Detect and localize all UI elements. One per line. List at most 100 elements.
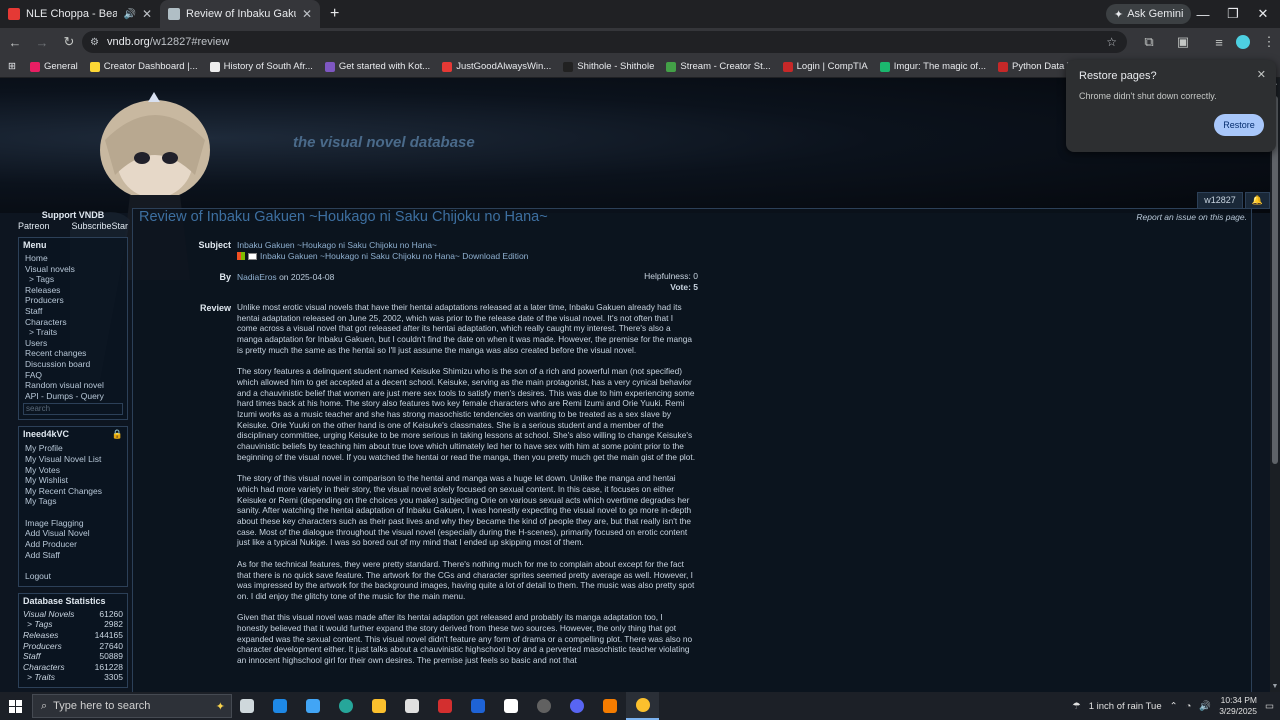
- obs-app[interactable]: [527, 692, 560, 720]
- user-menu-item[interactable]: Add Producer: [23, 539, 123, 550]
- author-link[interactable]: NadiaEros: [237, 272, 277, 282]
- menu-item[interactable]: Recent changes: [23, 348, 123, 359]
- site-info-icon[interactable]: ⚙: [90, 37, 99, 48]
- close-window-icon[interactable]: ✕: [1248, 0, 1278, 28]
- tray-chevron-icon[interactable]: ⌃: [1170, 701, 1178, 712]
- user-menu-item[interactable]: Image Flagging: [23, 518, 123, 529]
- clock[interactable]: 10:34 PM 3/29/2025: [1219, 695, 1257, 717]
- address-bar[interactable]: ⚙ vndb.org/w12827#review ☆: [82, 31, 1127, 53]
- user-menu-item[interactable]: My Wishlist: [23, 475, 123, 486]
- stat-name[interactable]: > Traits: [23, 672, 55, 683]
- stat-name[interactable]: Producers: [23, 641, 62, 652]
- menu-item[interactable]: Producers: [23, 295, 123, 306]
- logout-link[interactable]: Logout: [23, 571, 123, 582]
- menu-item[interactable]: > Tags: [23, 274, 123, 285]
- stat-name[interactable]: Staff: [23, 651, 40, 662]
- user-menu-item[interactable]: My Tags: [23, 496, 123, 507]
- user-menu-item[interactable]: My Recent Changes: [23, 486, 123, 497]
- speaker-icon[interactable]: 🔊: [123, 9, 135, 20]
- chrome-app[interactable]: [626, 692, 659, 720]
- menu-item[interactable]: Staff: [23, 306, 123, 317]
- user-menu-item[interactable]: My Visual Novel List: [23, 454, 123, 465]
- patreon-link[interactable]: Patreon: [18, 221, 50, 231]
- site-title[interactable]: the visual novel database: [293, 134, 475, 151]
- wifi-icon[interactable]: ◔: [1186, 701, 1192, 712]
- close-tab-icon[interactable]: ✕: [142, 7, 152, 21]
- username[interactable]: Ineed4kVC: [23, 429, 69, 440]
- restore-window-icon[interactable]: ❐: [1218, 0, 1248, 28]
- user-menu-item[interactable]: Add Staff: [23, 550, 123, 561]
- forward-icon[interactable]: →: [30, 30, 54, 54]
- task-view-app[interactable]: [230, 692, 263, 720]
- bookmark-item[interactable]: Get started with Kot...: [319, 61, 436, 72]
- subject-link[interactable]: Inbaku Gakuen ~Houkago ni Saku Chijoku n…: [237, 240, 437, 250]
- notification-bell-icon[interactable]: 🔔: [1244, 192, 1270, 209]
- menu-item[interactable]: Releases: [23, 285, 123, 296]
- minimize-icon[interactable]: —: [1188, 0, 1218, 28]
- bookmark-item[interactable]: Creator Dashboard |...: [84, 61, 204, 72]
- menu-list-icon[interactable]: ≡: [1207, 30, 1231, 54]
- store-app[interactable]: [395, 692, 428, 720]
- tab-music[interactable]: NLE Choppa - Beat Box "Fi 🔊 ✕: [0, 0, 160, 28]
- report-issue-link[interactable]: Report an issue on this page.: [1136, 212, 1247, 222]
- subscribestar-link[interactable]: SubscribeStar: [71, 221, 128, 231]
- menu-item[interactable]: Characters: [23, 317, 123, 328]
- capcut-app[interactable]: [494, 692, 527, 720]
- profile-avatar[interactable]: [1231, 30, 1255, 54]
- bookmark-star-icon[interactable]: ☆: [1106, 35, 1117, 49]
- bookmark-item[interactable]: Shithole - Shithole: [557, 61, 660, 72]
- windows-start-icon[interactable]: [0, 699, 30, 713]
- release-link[interactable]: Inbaku Gakuen ~Houkago ni Saku Chijoku n…: [260, 251, 528, 261]
- new-tab-button[interactable]: +: [320, 5, 349, 23]
- bookmark-item[interactable]: Login | CompTIA: [777, 61, 874, 72]
- weather-icon[interactable]: ☂: [1072, 701, 1081, 712]
- user-menu-item[interactable]: Add Visual Novel: [23, 528, 123, 539]
- stat-name[interactable]: > Tags: [23, 619, 52, 630]
- bookmark-item[interactable]: General: [24, 61, 84, 72]
- apps-grid-icon[interactable]: ⊞: [0, 61, 24, 72]
- tab-review[interactable]: Review of Inbaku Gakuen ~Hou ✕: [160, 0, 320, 28]
- user-menu-item[interactable]: My Profile: [23, 443, 123, 454]
- cast-icon[interactable]: ▣: [1171, 30, 1195, 54]
- scroll-thumb[interactable]: [1272, 96, 1278, 464]
- kebab-menu-icon[interactable]: ⋮: [1257, 30, 1280, 54]
- page-scrollbar[interactable]: ▲ ▼: [1270, 78, 1280, 692]
- copilot-app[interactable]: [296, 692, 329, 720]
- restore-button[interactable]: Restore: [1214, 114, 1264, 136]
- weather-text[interactable]: 1 inch of rain Tue: [1089, 701, 1162, 712]
- notifications-icon[interactable]: ▭: [1265, 701, 1274, 712]
- taskbar-search-input[interactable]: ⌕ Type here to search ✦: [32, 694, 232, 718]
- menu-item[interactable]: API - Dumps - Query: [23, 391, 123, 402]
- bookmark-item[interactable]: JustGoodAlwaysWin...: [436, 61, 557, 72]
- stat-name[interactable]: Characters: [23, 662, 65, 673]
- menu-item[interactable]: Visual novels: [23, 264, 123, 275]
- stat-name[interactable]: Visual Novels: [23, 609, 74, 620]
- app-red-app[interactable]: [428, 692, 461, 720]
- menu-item[interactable]: FAQ: [23, 370, 123, 381]
- close-tab-icon[interactable]: ✕: [302, 7, 312, 21]
- ask-gemini-button[interactable]: ✦ Ask Gemini: [1106, 4, 1192, 24]
- search-input[interactable]: search: [23, 403, 123, 416]
- bookmark-item[interactable]: Imgur: The magic of...: [874, 61, 992, 72]
- extensions-icon[interactable]: ⧉: [1137, 30, 1161, 54]
- blender-app[interactable]: [593, 692, 626, 720]
- close-icon[interactable]: ✕: [1257, 68, 1266, 81]
- scroll-down-icon[interactable]: ▼: [1270, 683, 1280, 690]
- edge-app[interactable]: [329, 692, 362, 720]
- back-icon[interactable]: ←: [3, 30, 27, 54]
- menu-item[interactable]: Discussion board: [23, 359, 123, 370]
- discord-app[interactable]: [560, 692, 593, 720]
- user-menu-item[interactable]: My Votes: [23, 465, 123, 476]
- file-explorer-app[interactable]: [362, 692, 395, 720]
- menu-item[interactable]: > Traits: [23, 327, 123, 338]
- menu-item[interactable]: Home: [23, 253, 123, 264]
- menu-item[interactable]: Random visual novel: [23, 380, 123, 391]
- dropbox-app[interactable]: [461, 692, 494, 720]
- stat-name[interactable]: Releases: [23, 630, 58, 641]
- volume-icon[interactable]: 🔊: [1199, 701, 1211, 712]
- outlook-app[interactable]: [263, 692, 296, 720]
- bookmark-item[interactable]: History of South Afr...: [204, 61, 319, 72]
- menu-item[interactable]: Users: [23, 338, 123, 349]
- bookmark-item[interactable]: Stream - Creator St...: [660, 61, 776, 72]
- reload-icon[interactable]: ↻: [57, 30, 81, 54]
